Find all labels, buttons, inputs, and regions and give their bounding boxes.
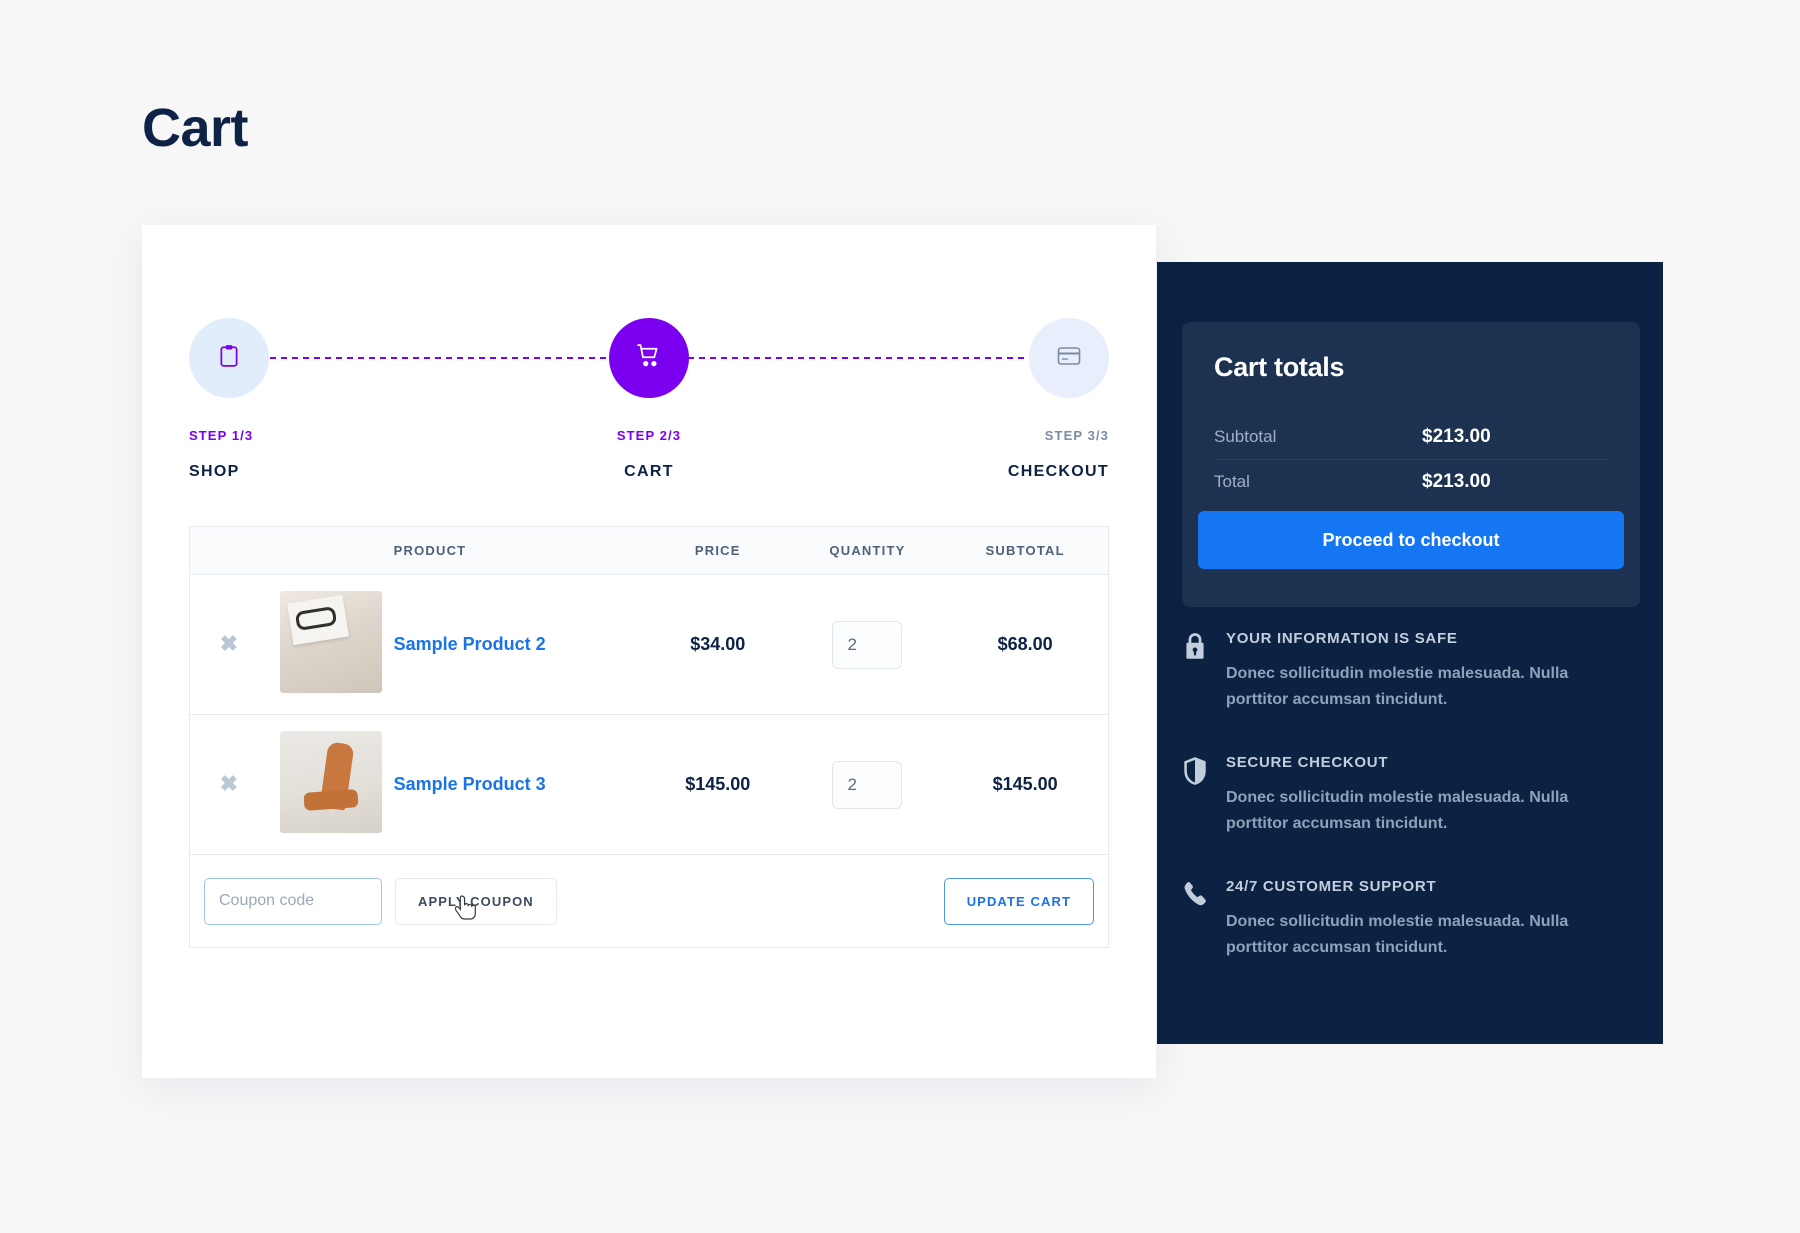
header-subtotal: SUBTOTAL [942,527,1108,575]
badge-secure-checkout: SECURE CHECKOUT Donec sollicitudin moles… [1182,754,1622,836]
step-2-number: STEP 2/3 [616,428,682,443]
badge-body: 24/7 CUSTOMER SUPPORT Donec sollicitudin… [1226,878,1622,960]
badge-customer-support: 24/7 CUSTOMER SUPPORT Donec sollicitudin… [1182,878,1622,960]
step-labels: STEP 1/3 SHOP STEP 2/3 CART STEP 3/3 CHE… [189,428,1109,481]
step-label-checkout: STEP 3/3 CHECKOUT [802,428,1109,481]
step-1-shop[interactable] [189,318,269,398]
header-price: PRICE [642,527,793,575]
proceed-to-checkout-button[interactable]: Proceed to checkout [1198,511,1624,569]
badge-text: Donec sollicitudin molestie malesuada. N… [1226,913,1569,956]
total-value: $213.00 [1422,471,1491,492]
cell-subtotal: $145.00 [942,714,1108,855]
coupon-controls: APPLY COUPON UPDATE CART [190,855,1108,947]
coupon-row: APPLY COUPON UPDATE CART [190,855,1108,948]
step-3-checkout[interactable] [1029,318,1109,398]
cell-coupon: APPLY COUPON UPDATE CART [190,855,1108,948]
cell-remove: ✖ [190,574,268,715]
product-subtotal: $68.00 [997,634,1053,654]
cart-totals-title: Cart totals [1214,352,1345,382]
step-1-number: STEP 1/3 [189,428,254,443]
product-subtotal: $145.00 [992,774,1058,794]
badge-information-safe: YOUR INFORMATION IS SAFE Donec sollicitu… [1182,630,1622,712]
badge-text: Donec sollicitudin molestie malesuada. N… [1226,665,1569,708]
quantity-input[interactable] [832,760,903,809]
header-remove [190,527,268,575]
step-3-name: CHECKOUT [1007,463,1109,480]
table-header-row: PRODUCT PRICE QUANTITY SUBTOTAL [190,527,1108,575]
apply-coupon-button[interactable]: APPLY COUPON [395,877,557,925]
remove-item-icon[interactable]: ✖ [220,771,238,796]
phone-icon [1182,878,1226,960]
badge-text: Donec sollicitudin molestie malesuada. N… [1226,789,1569,832]
step-1-name: SHOP [189,463,240,480]
update-cart-button[interactable]: UPDATE CART [943,877,1094,925]
cart-items-table: PRODUCT PRICE QUANTITY SUBTOTAL ✖ Sample… [189,526,1109,948]
table-row: ✖ Sample Product 2 $34.00 $6 [190,574,1108,715]
product-price: $145.00 [685,774,751,794]
badge-body: SECURE CHECKOUT Donec sollicitudin moles… [1226,754,1622,836]
quantity-input[interactable] [832,620,903,669]
header-quantity: QUANTITY [792,527,943,575]
cell-thumbnail [267,574,394,715]
header-product: PRODUCT [393,527,643,575]
header-thumbnail [267,527,394,575]
total-label: Total [1214,472,1250,491]
page-title: Cart [142,98,249,158]
badge-body: YOUR INFORMATION IS SAFE Donec sollicitu… [1226,630,1622,712]
product-price: $34.00 [690,634,746,654]
product-link[interactable]: Sample Product 3 [394,774,546,794]
totals-row-total: Total $213.00 [1214,459,1608,504]
cell-price: $34.00 [642,574,793,715]
remove-item-icon[interactable]: ✖ [220,631,238,656]
badge-title: YOUR INFORMATION IS SAFE [1226,630,1458,647]
product-link[interactable]: Sample Product 2 [394,634,546,654]
cell-product-name: Sample Product 2 [393,574,643,715]
clipboard-icon [218,344,240,373]
cell-quantity [792,714,943,855]
step-2-name: CART [624,463,674,480]
subtotal-value: $213.00 [1422,426,1491,447]
table-row: ✖ Sample Product 3 $145.00 $ [190,714,1108,855]
badge-title: SECURE CHECKOUT [1226,754,1389,772]
shield-icon [1182,754,1226,836]
badge-title: 24/7 CUSTOMER SUPPORT [1226,878,1437,896]
cart-totals-rows: Subtotal $213.00 Total $213.00 [1214,415,1608,504]
checkout-steps [189,318,1109,398]
cell-product-name: Sample Product 3 [393,714,643,855]
step-3-number: STEP 3/3 [1044,428,1109,443]
cart-page: Cart Cart totals Subtotal $213.00 Total … [0,0,1800,1233]
cell-price: $145.00 [642,714,793,855]
cell-thumbnail [267,714,394,855]
step-label-shop: STEP 1/3 SHOP [189,428,496,481]
credit-card-icon [1057,345,1081,372]
cell-remove: ✖ [190,714,268,855]
product-thumbnail[interactable] [279,731,382,833]
totals-row-subtotal: Subtotal $213.00 [1214,415,1608,459]
cell-subtotal: $68.00 [942,574,1108,715]
lock-icon [1182,630,1226,712]
trust-badges: YOUR INFORMATION IS SAFE Donec sollicitu… [1182,630,1622,1003]
coupon-input[interactable] [204,877,382,925]
subtotal-label: Subtotal [1214,427,1277,446]
step-label-cart: STEP 2/3 CART [496,428,803,481]
shopping-cart-icon [637,343,661,373]
product-thumbnail[interactable] [279,591,382,693]
step-2-cart[interactable] [609,318,689,398]
cell-quantity [792,574,943,715]
